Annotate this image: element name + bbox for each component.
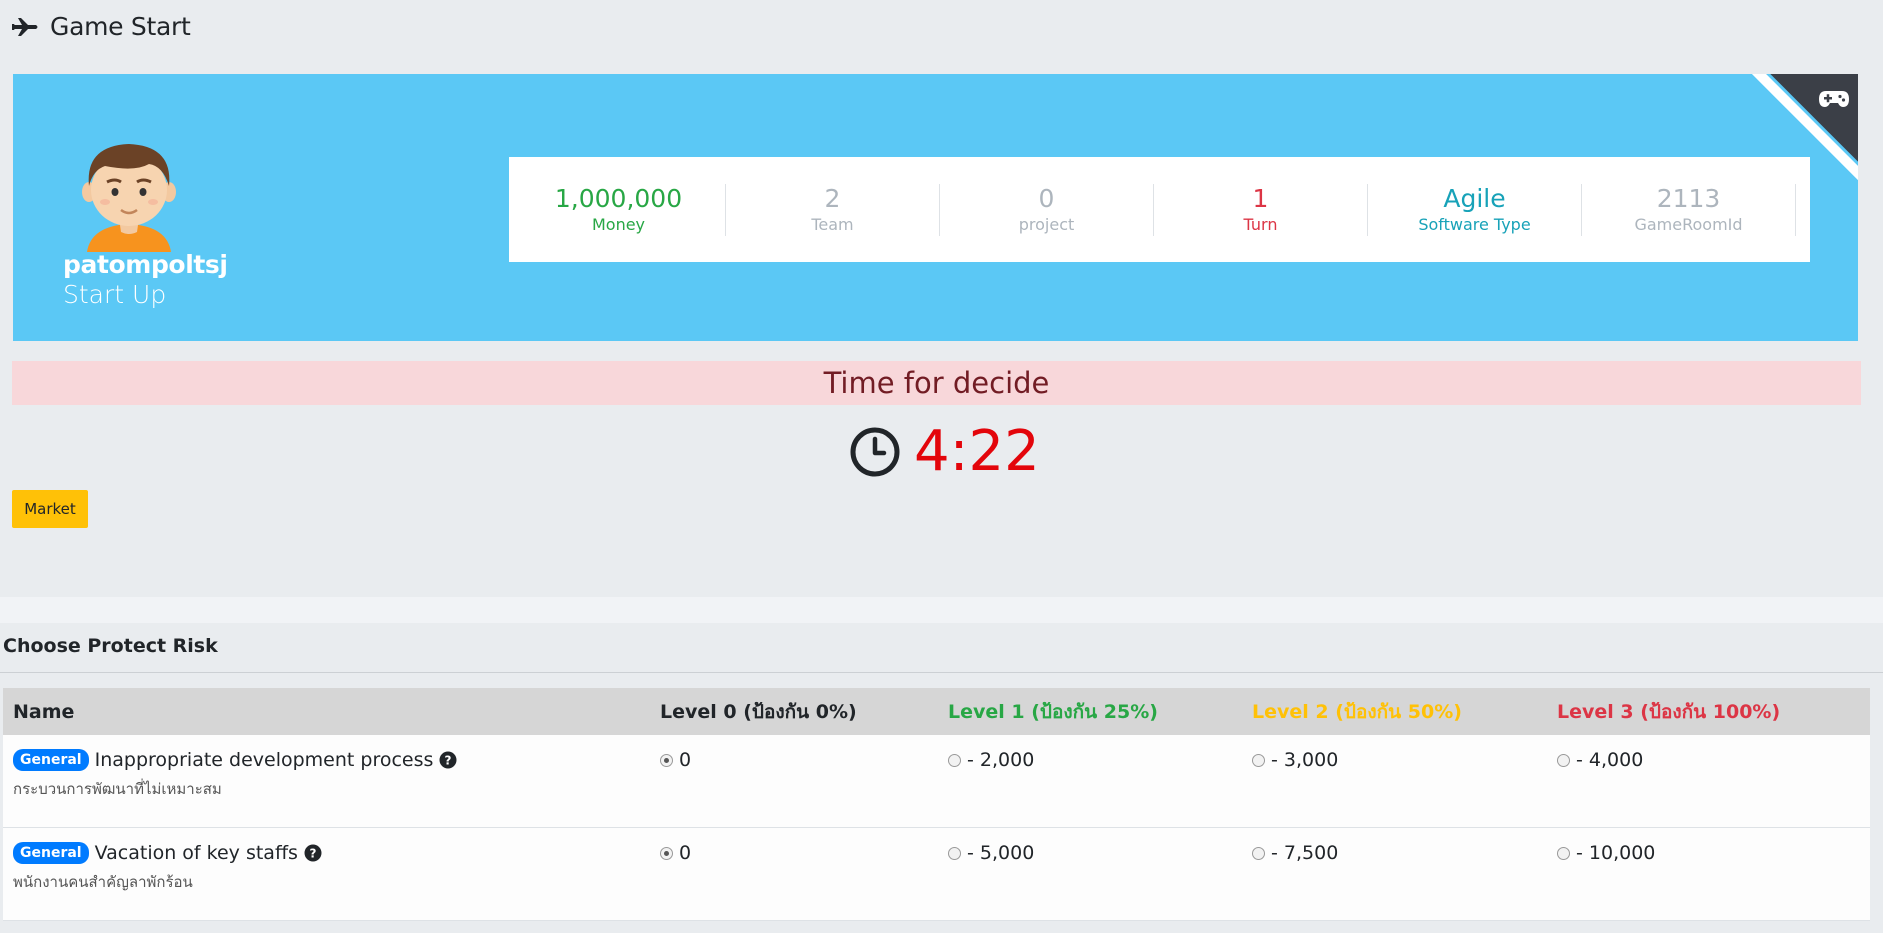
risk-name-cell: General Inappropriate development proces…: [3, 735, 660, 827]
question-circle-icon[interactable]: ?: [304, 844, 322, 862]
risk-option-level1[interactable]: - 5,000: [948, 842, 1252, 864]
stat-money-label: Money: [591, 214, 646, 234]
countdown-timer: 4:22: [850, 420, 1040, 484]
col-header-level3: Level 3 (ป้องกัน 100%): [1557, 700, 1781, 723]
radio-button[interactable]: [1252, 753, 1265, 767]
stat-turn-value: 1: [1252, 183, 1269, 213]
option-value: - 2,000: [967, 749, 1035, 771]
stat-software-type: Agile Software Type: [1368, 183, 1582, 236]
svg-text:?: ?: [445, 754, 452, 768]
table-row: General Vacation of key staffs ? พนักงาน…: [3, 828, 1870, 921]
market-button[interactable]: Market: [12, 490, 88, 528]
option-value: - 5,000: [967, 842, 1035, 864]
option-value: 0: [679, 749, 692, 771]
stat-game-room-id-value: 2113: [1656, 183, 1721, 213]
radio-button[interactable]: [1252, 846, 1265, 860]
risk-section-title: Choose Protect Risk: [3, 635, 218, 657]
stat-money-value: 1,000,000: [554, 183, 683, 213]
stat-software-type-value: Agile: [1443, 183, 1506, 213]
gamepad-icon[interactable]: [1818, 88, 1850, 110]
time-alert: Time for decide: [12, 361, 1861, 405]
risk-subtitle: กระบวนการพัฒนาที่ไม่เหมาะสม: [13, 780, 222, 798]
stat-team-value: 2: [824, 183, 841, 213]
top-section: Game Start patompoltsj Start Up 1,000,00…: [0, 0, 1883, 597]
plane-icon: [12, 17, 38, 36]
stat-team: 2 Team: [726, 183, 940, 236]
category-badge: General: [13, 842, 89, 864]
option-value: - 3,000: [1271, 749, 1339, 771]
radio-button[interactable]: [948, 753, 961, 767]
risk-option-level2[interactable]: - 3,000: [1252, 749, 1557, 771]
risk-table: Name Level 0 (ป้องกัน 0%) Level 1 (ป้องก…: [3, 688, 1870, 921]
category-badge: General: [13, 749, 89, 771]
radio-button[interactable]: [660, 846, 673, 860]
radio-button[interactable]: [1557, 846, 1570, 860]
stat-turn: 1 Turn: [1154, 183, 1368, 236]
stat-game-room-id-label: GameRoomId: [1634, 214, 1743, 234]
risk-section: Choose Protect Risk Name Level 0 (ป้องกั…: [0, 623, 1883, 933]
timer-value: 4:22: [914, 419, 1040, 484]
risk-option-level0[interactable]: 0: [660, 749, 948, 771]
question-circle-icon[interactable]: ?: [439, 751, 457, 769]
company-type: Start Up: [63, 280, 167, 309]
radio-button[interactable]: [948, 846, 961, 860]
page-header: Game Start: [12, 12, 191, 41]
table-row: General Inappropriate development proces…: [3, 735, 1870, 828]
risk-option-level3[interactable]: - 4,000: [1557, 749, 1870, 771]
risk-name: Inappropriate development process: [94, 749, 434, 771]
section-gap: [0, 597, 1883, 623]
stat-game-room-id: 2113 GameRoomId: [1582, 183, 1796, 236]
risk-name-cell: General Vacation of key staffs ? พนักงาน…: [3, 828, 660, 920]
risk-option-level2[interactable]: - 7,500: [1252, 842, 1557, 864]
option-value: - 7,500: [1271, 842, 1339, 864]
page-title: Game Start: [50, 12, 191, 41]
risk-name: Vacation of key staffs: [94, 842, 298, 864]
option-value: 0: [679, 842, 692, 864]
stat-project-label: project: [1018, 214, 1075, 234]
risk-option-level1[interactable]: - 2,000: [948, 749, 1252, 771]
svg-text:?: ?: [309, 847, 316, 861]
option-value: - 10,000: [1576, 842, 1656, 864]
risk-option-level0[interactable]: 0: [660, 842, 948, 864]
stat-turn-label: Turn: [1243, 214, 1278, 234]
stat-team-label: Team: [811, 214, 854, 234]
username: patompoltsj: [63, 250, 228, 279]
risk-option-level3[interactable]: - 10,000: [1557, 842, 1870, 864]
radio-button[interactable]: [660, 753, 673, 767]
clock-icon: [850, 427, 900, 477]
risk-divider: [0, 672, 1883, 673]
radio-button[interactable]: [1557, 753, 1570, 767]
stat-money: 1,000,000 Money: [512, 183, 726, 236]
stat-software-type-label: Software Type: [1418, 214, 1531, 234]
stat-project-value: 0: [1038, 183, 1055, 213]
col-header-level0: Level 0 (ป้องกัน 0%): [660, 700, 857, 723]
col-header-level1: Level 1 (ป้องกัน 25%): [948, 700, 1158, 723]
stat-project: 0 project: [940, 183, 1154, 236]
option-value: - 4,000: [1576, 749, 1644, 771]
risk-table-header: Name Level 0 (ป้องกัน 0%) Level 1 (ป้องก…: [3, 688, 1870, 735]
avatar: [82, 144, 176, 252]
stats-box: 1,000,000 Money 2 Team 0 project 1 Turn …: [509, 157, 1810, 262]
risk-subtitle: พนักงานคนสำคัญลาพักร้อน: [13, 873, 193, 891]
col-header-name: Name: [13, 700, 75, 723]
col-header-level2: Level 2 (ป้องกัน 50%): [1252, 700, 1462, 723]
profile-card: patompoltsj Start Up 1,000,000 Money 2 T…: [13, 74, 1858, 341]
